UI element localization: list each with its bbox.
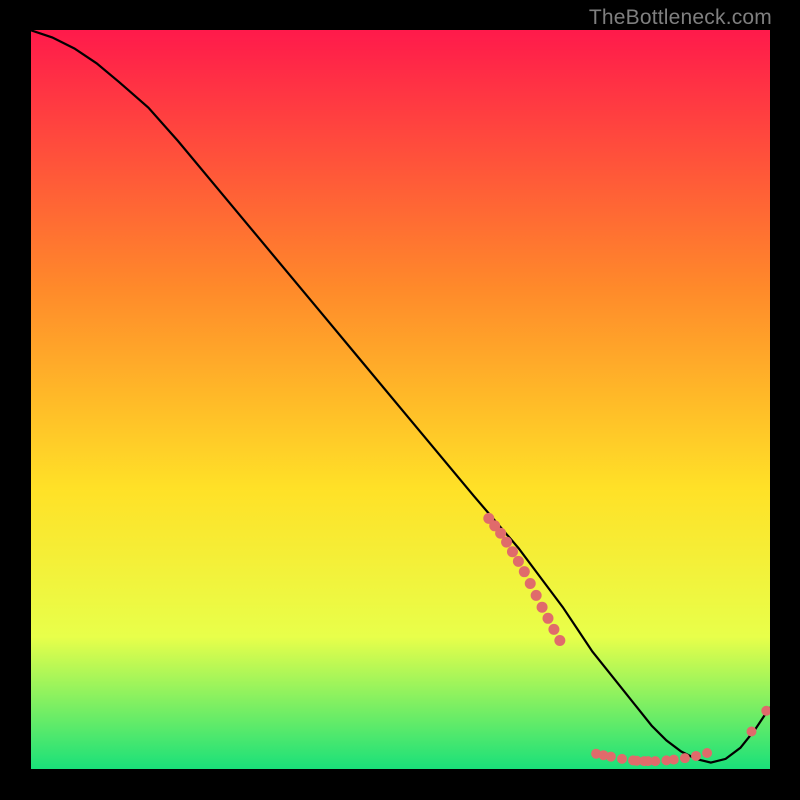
data-dot	[747, 727, 757, 737]
data-dot	[537, 602, 548, 613]
chart-stage: TheBottleneck.com	[0, 0, 800, 800]
data-dot	[525, 578, 536, 589]
data-dot	[617, 754, 627, 764]
data-dot	[507, 546, 518, 557]
data-dot	[702, 748, 712, 758]
gradient-background	[30, 30, 770, 770]
data-dot	[650, 756, 660, 766]
data-dot	[554, 635, 565, 646]
data-dot	[519, 566, 530, 577]
data-dot	[691, 751, 701, 761]
watermark-text: TheBottleneck.com	[589, 6, 772, 30]
data-dot	[606, 752, 616, 762]
data-dot	[531, 590, 542, 601]
data-dot	[548, 624, 559, 635]
data-dot	[513, 556, 524, 567]
data-dot	[501, 537, 512, 548]
chart-svg	[30, 30, 770, 770]
data-dot	[669, 755, 679, 765]
data-dot	[543, 613, 554, 624]
plot-area	[30, 30, 770, 770]
data-dot	[680, 753, 690, 763]
